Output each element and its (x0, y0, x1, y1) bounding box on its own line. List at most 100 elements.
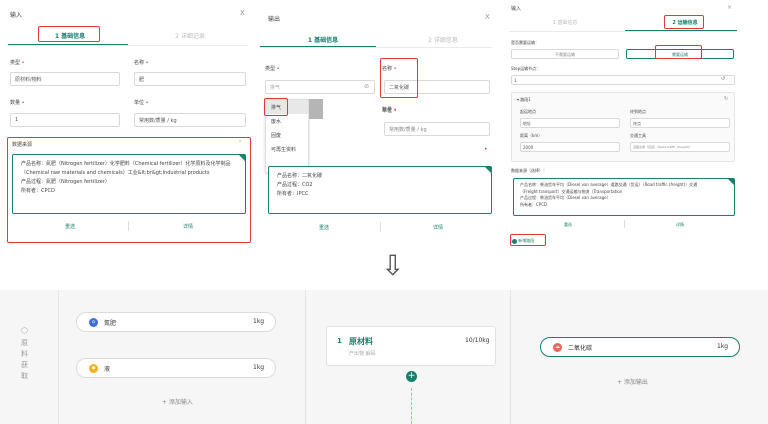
card-owner: 所有者：CPCD (520, 201, 548, 207)
origin-label: 起运地点 (520, 109, 536, 114)
tab-label: 基础信息 (557, 20, 578, 26)
divider (380, 222, 381, 232)
option-no-transport[interactable]: 不需要运输 (511, 49, 619, 59)
type-select[interactable]: 原材料/物料 (10, 72, 120, 86)
reselect-button[interactable]: 重选 (268, 224, 380, 231)
divider (260, 47, 492, 48)
unit-select[interactable]: 常用数/质量 / kg (134, 113, 246, 127)
dropdown-option[interactable]: 可再生资料 (266, 142, 308, 156)
reset-icon[interactable]: ↺ (721, 76, 725, 82)
card-process: 产品过程：氮肥（Nitrogen fertilizer） (21, 179, 110, 185)
node-amount: 1kg (717, 343, 729, 350)
highlight-box (264, 98, 288, 116)
node-name: 二氧化碳 (568, 345, 593, 352)
vehicle-field[interactable]: 道路交通（货运）（Road traffic (freight)） (630, 142, 730, 152)
need-transport-label: 是否需要运输： (511, 40, 539, 45)
unit-select[interactable]: 常用数/质量 / kg (384, 122, 490, 136)
dropdown-option[interactable]: 固废 (266, 128, 308, 142)
divider (8, 45, 248, 46)
dropdown-scrollbar[interactable] (309, 99, 323, 119)
stage-divider (305, 290, 306, 424)
divider (128, 221, 129, 231)
tab-label: 详细记录 (180, 33, 205, 40)
step-number: 1 (307, 37, 313, 44)
details-button[interactable]: 详情 (625, 222, 735, 228)
reselect-button[interactable]: 重选 (12, 223, 128, 230)
card-product-category: （Chemical raw materials and chemicals）工业… (21, 170, 210, 176)
close-icon[interactable]: X (240, 9, 245, 17)
required-mark: • (484, 146, 488, 153)
add-process-icon[interactable]: + (406, 371, 417, 382)
source-label: 数据来源 (12, 142, 33, 148)
name-label: 名称 • (134, 60, 149, 66)
input-panel-title: 输入 (10, 12, 23, 19)
source-card[interactable]: 产品名称：柴油货车平均（Diesel van average）道路交通（货运）（… (513, 178, 735, 216)
destination-field[interactable]: 终点 (630, 118, 730, 128)
input-node[interactable]: ◆ 液 1kg (76, 358, 276, 378)
stage-divider (58, 290, 59, 424)
card-owner: 所有者：CPCD (21, 188, 55, 194)
dropdown-option[interactable]: 废水 (266, 114, 308, 128)
type-label: 类型 • (10, 60, 25, 66)
source-card[interactable]: 产品名称：氮肥（Nitrogen fertilizer）化学肥料（Chemica… (12, 154, 246, 214)
selected-corner-icon (239, 155, 245, 161)
tab-basic-info[interactable]: 1 基础信息 (525, 19, 605, 26)
add-output-button[interactable]: + 添加输出 (617, 377, 648, 386)
type-select[interactable]: 排气 (265, 80, 375, 94)
clear-icon[interactable]: ⊘ (364, 83, 369, 90)
step-number: 2 (175, 33, 179, 40)
material-icon: ◆ (89, 364, 98, 373)
vehicle-label: 交通工具 (630, 133, 646, 138)
unit-label: 单位 • (382, 108, 397, 114)
node-amount: 1kg (253, 318, 265, 325)
card-process: 产品过程：CO2 (277, 182, 313, 188)
transport-panel-title: 输入 (511, 6, 522, 12)
card-product-name: 产品名称：氮肥（Nitrogen fertilizer）化学肥料（Chemica… (21, 161, 231, 167)
type-label: 类型 • (265, 66, 280, 72)
origin-field[interactable]: 地址 (520, 118, 620, 128)
emission-icon: ☁ (553, 343, 562, 352)
tab-basic-info[interactable]: 1 基础信息 (278, 35, 368, 44)
details-button[interactable]: 详情 (382, 224, 494, 231)
process-node[interactable]: 1 原材料 10/10kg 产出物 解码 (326, 326, 496, 366)
highlight-box (38, 26, 100, 42)
node-amount: 1kg (253, 364, 265, 371)
node-name: 氮肥 (104, 320, 117, 327)
source-card[interactable]: 产品名称：二氧化碳 产品过程：CO2 所有者：IPCC (268, 166, 492, 214)
highlight-box (510, 234, 546, 246)
close-icon[interactable]: X (485, 13, 490, 21)
flow-connector (411, 388, 412, 424)
down-arrow-icon: ⇩ (381, 249, 405, 282)
input-node[interactable]: ⌂ 氮肥 1kg (76, 312, 276, 332)
selected-corner-icon (485, 167, 491, 173)
flow-canvas: ⬡ 原料获取 ⌂ 氮肥 1kg ◆ 液 1kg + 添加输入 1 原材料 10/… (0, 290, 768, 424)
highlight-box (380, 58, 418, 98)
process-title: 原材料 (349, 337, 373, 346)
tab-detail-record[interactable]: 2 详细记录 (150, 31, 230, 40)
details-button[interactable]: 详情 (130, 223, 246, 230)
refresh-icon[interactable]: ↻ (724, 96, 728, 102)
material-icon: ⌂ (89, 318, 98, 327)
add-input-button[interactable]: + 添加输入 (162, 397, 193, 406)
qty-label: 数量 • (10, 100, 25, 106)
process-number: 1 (337, 337, 342, 345)
highlight-box (655, 45, 702, 59)
distance-label: 距离（km） (520, 133, 543, 138)
reselect-button[interactable]: 重选 (513, 222, 623, 228)
tab-detail-info[interactable]: 2 详细信息 (398, 35, 488, 44)
output-node[interactable]: ☁ 二氧化碳 1kg (540, 337, 740, 357)
qty-field[interactable]: 1 (10, 113, 120, 127)
tab-label: 详细信息 (433, 37, 458, 44)
stage-icon: ⬡ (21, 326, 28, 335)
name-field[interactable]: 肥 (134, 72, 246, 86)
card-owner: 所有者：IPCC (277, 191, 309, 197)
step-number: 1 (552, 20, 556, 26)
input-panel: 输入 X 1 基础信息 2 详细记录 类型 • 原材料/物料 名称 • 肥 数量… (0, 0, 258, 248)
route-count-field[interactable]: 1 (511, 75, 735, 85)
distance-field[interactable]: 2000 (520, 142, 620, 152)
data-source-label: 数据来源（选择）： (511, 168, 547, 173)
unit-label: 单位 • (134, 100, 149, 106)
collapse-icon[interactable]: ⌃ (238, 140, 242, 146)
close-icon[interactable]: × (727, 4, 732, 11)
route-count-label: Step运输节点： (511, 66, 541, 71)
